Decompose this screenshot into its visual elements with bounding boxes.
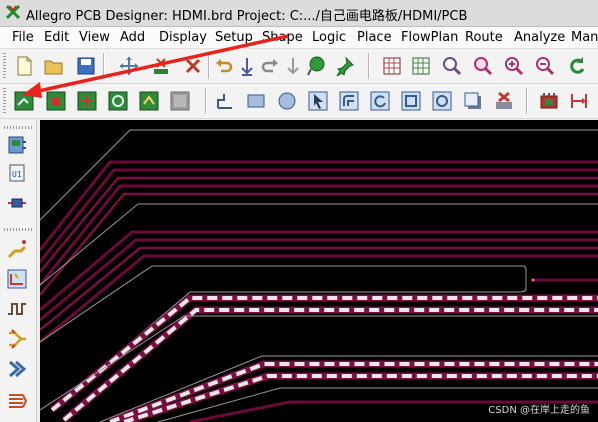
add-arc-icon[interactable] <box>338 90 360 112</box>
menu-manufacture[interactable]: Manu <box>571 30 598 45</box>
menu-display[interactable]: Display <box>159 30 207 45</box>
menu-view[interactable]: View <box>79 30 110 45</box>
trace-group-upper[interactable] <box>40 160 598 296</box>
menu-add[interactable]: Add <box>120 30 145 45</box>
watermark: CSDN @在岸上走的鱼 <box>488 405 590 416</box>
shape-edit-icon[interactable] <box>13 90 35 112</box>
menu-file[interactable]: File <box>12 30 34 45</box>
via[interactable] <box>531 278 535 282</box>
done-icon[interactable] <box>282 55 304 77</box>
shadow-icon[interactable] <box>462 90 484 112</box>
add-rect-icon[interactable] <box>245 90 267 112</box>
svg-text:U1: U1 <box>12 170 22 179</box>
toolbar-grip[interactable] <box>3 88 6 114</box>
bus-icon[interactable] <box>6 390 28 412</box>
zoom-in-icon[interactable] <box>503 55 525 77</box>
ratsnest-icon[interactable] <box>410 55 432 77</box>
rotate-icon[interactable] <box>369 90 391 112</box>
rect-outline-icon[interactable] <box>400 90 422 112</box>
trace-group-middle[interactable] <box>40 230 598 344</box>
component-icon[interactable] <box>538 90 560 112</box>
add-circle-icon[interactable] <box>276 90 298 112</box>
copy-icon[interactable] <box>150 55 172 77</box>
resistor-icon[interactable] <box>6 192 28 214</box>
window-title: Allegro PCB Designer: HDMI.brd Project: … <box>26 9 468 24</box>
left-toolbar: U1 <box>0 120 37 422</box>
open-folder-icon[interactable] <box>43 55 65 77</box>
shape-void-icon[interactable] <box>107 90 129 112</box>
pin-icon[interactable] <box>334 55 356 77</box>
route-icon[interactable] <box>6 238 28 260</box>
main-toolbar <box>0 49 598 84</box>
menu-shape[interactable]: Shape <box>262 30 303 45</box>
menu-edit[interactable]: Edit <box>44 30 69 45</box>
toolbar-grip[interactable] <box>4 228 32 231</box>
zoom-prev-icon[interactable] <box>472 55 494 77</box>
menu-setup[interactable]: Setup <box>215 30 253 45</box>
fanout-icon[interactable] <box>6 328 28 350</box>
shape-update-icon[interactable] <box>138 90 160 112</box>
ic-u1-icon[interactable]: U1 <box>6 162 28 184</box>
delete-element-icon[interactable] <box>493 90 515 112</box>
add-line-icon[interactable] <box>214 90 236 112</box>
redo-icon[interactable] <box>259 55 281 77</box>
menu-route[interactable]: Route <box>465 30 503 45</box>
menu-flowplan[interactable]: FlowPlan <box>401 30 458 45</box>
redo-up-icon[interactable] <box>236 55 258 77</box>
title-bar: Allegro PCB Designer: HDMI.brd Project: … <box>0 0 598 27</box>
zoom-out-icon[interactable] <box>534 55 556 77</box>
undo-icon[interactable] <box>213 55 235 77</box>
chevron-icon[interactable] <box>6 358 28 380</box>
pick-select-icon[interactable] <box>307 90 329 112</box>
shape-select-icon[interactable] <box>45 90 67 112</box>
refresh-icon[interactable] <box>566 55 588 77</box>
allegro-logo-icon <box>5 4 21 20</box>
grid-icon[interactable] <box>381 55 403 77</box>
menu-bar: File Edit View Add Display Setup Shape L… <box>0 27 598 49</box>
delete-icon[interactable] <box>182 55 204 77</box>
toolbar-grip[interactable] <box>4 126 32 129</box>
place-component-icon[interactable] <box>6 134 28 156</box>
menu-analyze[interactable]: Analyze <box>514 30 565 45</box>
toolbar-grip[interactable] <box>3 53 6 79</box>
pick-icon[interactable] <box>305 55 327 77</box>
dimension-icon[interactable] <box>568 90 590 112</box>
shape-merge-icon[interactable] <box>76 90 98 112</box>
tune-icon[interactable] <box>6 268 28 290</box>
board-outline <box>40 129 598 221</box>
circle-outline-icon[interactable] <box>431 90 453 112</box>
pulse-icon[interactable] <box>6 298 28 320</box>
shape-blank-icon[interactable] <box>169 90 191 112</box>
pcb-canvas[interactable]: CSDN @在岸上走的鱼 <box>40 120 598 422</box>
menu-logic[interactable]: Logic <box>312 30 346 45</box>
zoom-fit-icon[interactable] <box>441 55 463 77</box>
new-file-icon[interactable] <box>13 55 35 77</box>
save-icon[interactable] <box>75 55 97 77</box>
menu-place[interactable]: Place <box>357 30 392 45</box>
pcb-layout[interactable] <box>40 120 598 422</box>
move-icon[interactable] <box>118 55 140 77</box>
shape-toolbar <box>0 84 598 119</box>
